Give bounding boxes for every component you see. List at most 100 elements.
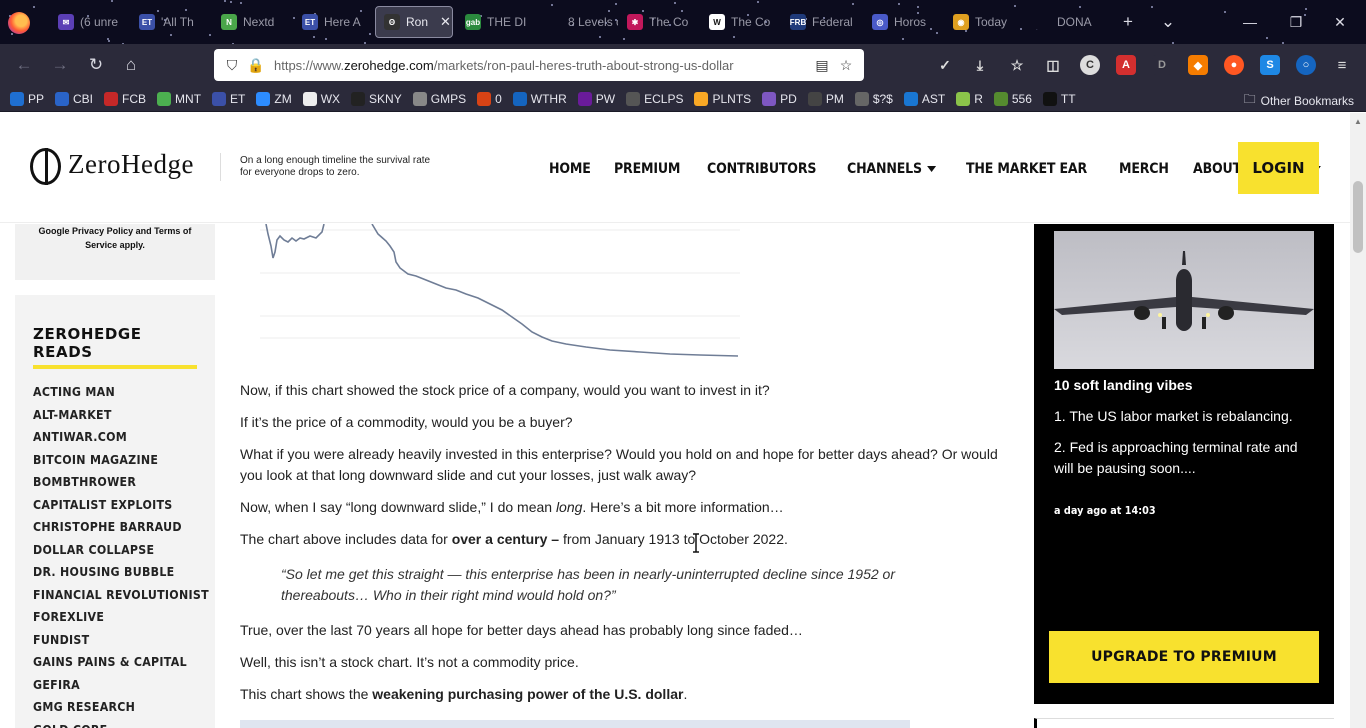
reads-link[interactable]: GMG RESEARCH: [33, 700, 184, 723]
browser-tab[interactable]: Θ Ron ✕: [375, 6, 453, 38]
home-icon[interactable]: ⌂: [119, 53, 143, 77]
bookmark-item[interactable]: PLNTS: [694, 91, 751, 106]
reader-view-icon[interactable]: ▤: [810, 53, 834, 77]
bookmark-item[interactable]: TT: [1042, 91, 1076, 106]
bookmark-item[interactable]: $?$: [854, 91, 893, 106]
browser-tab[interactable]: ET 'All Th: [131, 6, 211, 38]
reads-link[interactable]: BOMBTHROWER: [33, 475, 184, 498]
firefox-menu-icon[interactable]: [8, 12, 30, 34]
restore-window-icon[interactable]: ❐: [1284, 10, 1308, 34]
nav-item-about[interactable]: ABOUT: [1193, 161, 1241, 177]
bookmark-item[interactable]: FCB: [104, 91, 146, 106]
extension-s-icon[interactable]: S: [1260, 55, 1280, 75]
page-scrollbar[interactable]: ▲: [1350, 113, 1366, 728]
browser-tab[interactable]: 8 Levels of: [538, 6, 618, 38]
airplane-image[interactable]: [1054, 231, 1314, 369]
bookmark-item[interactable]: AST: [903, 91, 945, 106]
bookmark-item[interactable]: ZM: [256, 91, 292, 106]
reads-link[interactable]: ANTIWAR.COM: [33, 430, 184, 453]
lock-icon[interactable]: 🔒: [244, 53, 268, 77]
close-window-icon[interactable]: ✕: [1328, 10, 1352, 34]
brave-rewards-icon[interactable]: ●: [1224, 55, 1244, 75]
browser-tab[interactable]: ◎ Horos: [864, 6, 944, 38]
nav-item-channels[interactable]: CHANNELS: [847, 161, 937, 177]
reads-link[interactable]: BITCOIN MAGAZINE: [33, 453, 184, 476]
pocket-icon[interactable]: ✓: [935, 55, 955, 75]
nav-item-merch[interactable]: MERCH: [1119, 161, 1169, 177]
bookmark-item[interactable]: WX: [302, 91, 340, 106]
browser-tab[interactable]: FRB Federal: [782, 6, 862, 38]
bookmark-item[interactable]: MNT: [157, 91, 201, 106]
bookmark-star-icon[interactable]: ☆: [834, 53, 858, 77]
bookmark-item[interactable]: PM: [807, 91, 844, 106]
app-menu-hamburger-icon[interactable]: ≡: [1332, 55, 1352, 75]
nav-item-home[interactable]: HOME: [549, 161, 591, 177]
tracking-protection-shield-icon[interactable]: ⛉: [220, 53, 244, 77]
bookmark-item[interactable]: SKNY: [351, 91, 402, 106]
extension-globe-icon[interactable]: ○: [1296, 55, 1316, 75]
bookmarks-library-icon[interactable]: ☆: [1007, 55, 1027, 75]
nav-item-premium[interactable]: PREMIUM: [614, 161, 680, 177]
back-arrow-icon[interactable]: ←: [12, 53, 36, 77]
reads-link[interactable]: DOLLAR COLLAPSE: [33, 543, 184, 566]
bookmark-item[interactable]: 556: [993, 91, 1032, 106]
reads-link[interactable]: GAINS PAINS & CAPITAL: [33, 655, 187, 678]
bookmark-item[interactable]: WTHR: [512, 91, 567, 106]
scroll-up-arrow-icon[interactable]: ▲: [1354, 117, 1362, 126]
zerohedge-logo-icon[interactable]: [30, 148, 61, 185]
bookmark-item[interactable]: GMPS: [412, 91, 466, 106]
upgrade-to-premium-button[interactable]: UPGRADE TO PREMIUM: [1049, 631, 1319, 683]
bookmark-item[interactable]: CBI: [55, 91, 93, 106]
browser-tab[interactable]: N Nextd: [213, 6, 293, 38]
reads-link[interactable]: FUNDIST: [33, 633, 184, 656]
browser-tab[interactable]: gab THE DI: [457, 6, 537, 38]
reads-link[interactable]: FINANCIAL REVOLUTIONIST: [33, 588, 209, 611]
login-button[interactable]: LOGIN: [1238, 142, 1319, 194]
list-all-tabs-chevron-icon[interactable]: ⌄: [1156, 10, 1180, 34]
other-bookmarks-folder[interactable]: 🗀 Other Bookmarks: [1244, 90, 1354, 111]
extension-d-icon[interactable]: D: [1152, 55, 1172, 75]
browser-tab[interactable]: W The Co: [701, 6, 781, 38]
bookmark-item[interactable]: ET: [212, 91, 245, 106]
scrollbar-thumb[interactable]: [1353, 181, 1363, 253]
browser-tab[interactable]: ET Here A: [294, 6, 374, 38]
nav-item-contributors[interactable]: CONTRIBUTORS: [707, 161, 816, 177]
reads-link[interactable]: CAPITALIST EXPLOITS: [33, 498, 184, 521]
bookmark-item[interactable]: 0: [477, 91, 502, 106]
reload-icon[interactable]: ↻: [84, 53, 108, 77]
reads-link[interactable]: ALT-MARKET: [33, 408, 184, 431]
privacy-text[interactable]: Google Privacy Policy and Terms of Servi…: [39, 226, 192, 250]
browser-tab[interactable]: ✱ The Co: [619, 6, 699, 38]
close-tab-icon[interactable]: ✕: [440, 14, 451, 30]
reads-link[interactable]: GOLD CORE: [33, 723, 184, 728]
recaptcha-privacy-notice: Google Privacy Policy and Terms of Servi…: [15, 224, 215, 280]
browser-tab[interactable]: ✉ (6 unre: [50, 6, 130, 38]
reads-link[interactable]: ACTING MAN: [33, 385, 184, 408]
bookmark-item[interactable]: PP: [10, 91, 44, 106]
bookmark-item[interactable]: R: [956, 91, 983, 106]
extension-c-icon[interactable]: C: [1080, 55, 1100, 75]
sidebar-toggle-icon[interactable]: ◫: [1043, 55, 1063, 75]
adblock-icon[interactable]: A: [1116, 55, 1136, 75]
reads-link[interactable]: DR. HOUSING BUBBLE: [33, 565, 184, 588]
minimize-window-icon[interactable]: —: [1238, 10, 1262, 34]
url-text[interactable]: https://www.zerohedge.com/markets/ron-pa…: [274, 58, 810, 73]
nav-item-the-market-ear[interactable]: THE MARKET EAR: [966, 161, 1087, 177]
caret-down-icon: [927, 166, 937, 172]
site-logo-text[interactable]: ZeroHedge: [68, 149, 194, 180]
browser-tab[interactable]: DONA: [1027, 6, 1107, 38]
url-bar[interactable]: ⛉ 🔒 https://www.zerohedge.com/markets/ro…: [214, 49, 864, 81]
metamask-fox-icon[interactable]: ◆: [1188, 55, 1208, 75]
new-tab-plus-icon[interactable]: +: [1116, 10, 1140, 34]
browser-tab[interactable]: ◉ Today: [945, 6, 1025, 38]
forward-arrow-icon[interactable]: →: [48, 53, 72, 77]
bookmark-item[interactable]: ECLPS: [626, 91, 683, 106]
bookmark-item[interactable]: PW: [577, 91, 615, 106]
article-paragraph: The chart above includes data for over a…: [240, 531, 788, 547]
reads-link[interactable]: CHRISTOPHE BARRAUD: [33, 520, 184, 543]
reads-link[interactable]: GEFIRA: [33, 678, 184, 701]
promo-title[interactable]: 10 soft landing vibes: [1054, 377, 1192, 393]
downloads-icon[interactable]: ⤓: [970, 55, 990, 75]
reads-link[interactable]: FOREXLIVE: [33, 610, 184, 633]
bookmark-item[interactable]: PD: [762, 91, 797, 106]
